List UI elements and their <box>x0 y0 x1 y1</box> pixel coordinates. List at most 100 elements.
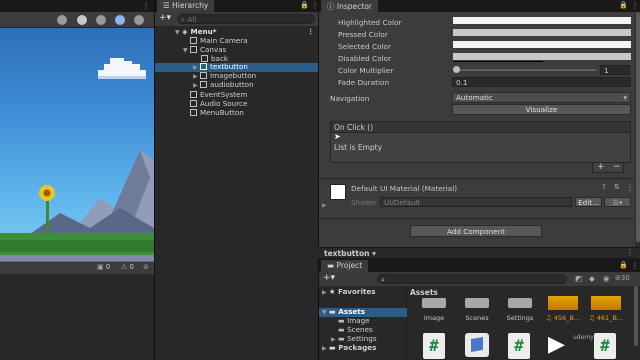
scene-menu-icon[interactable]: ⋮ <box>142 1 150 10</box>
prefab-icon[interactable] <box>465 333 489 357</box>
add-component-button[interactable]: Add Component <box>410 225 542 237</box>
hidden-count-value: 30 <box>620 274 630 282</box>
navigation-dropdown[interactable]: Automatic ▾ <box>452 92 631 103</box>
warning-count-value: 0 <box>129 263 134 271</box>
chevron-right-icon[interactable]: ▶ <box>322 344 329 354</box>
tree-item-menubutton[interactable]: MenuButton <box>190 108 244 118</box>
component-menu-icon[interactable]: ⋮ <box>626 183 634 192</box>
gameobject-icon <box>190 37 197 44</box>
shader-label: Shader <box>351 198 377 207</box>
tree-item-label: Audio Source <box>200 99 248 108</box>
chevron-down-icon[interactable]: ▼ <box>175 28 182 38</box>
error-count[interactable]: ▣ 0 <box>97 263 110 271</box>
disabled-color-field[interactable] <box>453 53 631 60</box>
material-preview[interactable] <box>330 184 346 200</box>
scrollbar-thumb[interactable] <box>636 12 640 242</box>
folder-icon: ▬ <box>338 316 348 325</box>
add-object-button[interactable]: +▾ <box>159 13 171 23</box>
color-multiplier-slider[interactable] <box>453 66 596 73</box>
project-toolbar: +▾ ⌕ ◩ ◆ ◉ ⊘30 <box>319 272 640 286</box>
chevron-right-icon[interactable]: ▶ <box>322 202 327 209</box>
chevron-right-icon[interactable]: ▶ <box>322 288 329 298</box>
shading-icon[interactable] <box>77 15 87 25</box>
audio-icon: ♫ <box>588 314 597 322</box>
onclick-label: On Click () <box>334 123 374 132</box>
preview-title[interactable]: textbutton ▾ <box>324 249 376 258</box>
view-options-icon[interactable] <box>134 15 144 25</box>
inspector-menu-icon[interactable]: ⋮ <box>631 1 639 10</box>
hierarchy-panel: ☰ Hierarchy 🔒 ⋮ +▾ ⌕ All ▼ ◈ Menu* ⋮ Main … <box>154 0 319 360</box>
filter-label-icon[interactable]: ◆ <box>589 274 595 283</box>
inspector-scrollbar[interactable] <box>635 12 640 256</box>
effects-icon[interactable] <box>115 15 125 25</box>
create-asset-button[interactable]: +▾ <box>323 273 335 283</box>
gizmo-icon[interactable] <box>57 15 67 25</box>
slider-handle[interactable] <box>453 66 460 73</box>
lighting-icon[interactable] <box>96 15 106 25</box>
folder-thumb-settings[interactable] <box>508 298 532 308</box>
shader-value: UI/Default <box>384 198 421 207</box>
tab-hierarchy[interactable]: ☰ Hierarchy <box>157 0 215 12</box>
project-menu-icon[interactable]: ⋮ <box>631 261 639 270</box>
audio-waveform-thumb[interactable] <box>548 296 578 310</box>
chevron-down-icon[interactable]: ▼ <box>183 46 190 56</box>
lock-icon[interactable]: 🔒 <box>619 261 628 269</box>
tree-item-label: Menu* <box>190 27 217 36</box>
info-icon[interactable]: ⊘ <box>143 263 149 271</box>
pressed-color-field[interactable] <box>453 29 631 36</box>
inspector-tab-label: Inspector <box>336 2 372 11</box>
tree-item-label: Imagebutton <box>210 71 257 80</box>
tab-inspector[interactable]: ⓘ Inspector <box>321 0 378 12</box>
audio-waveform-thumb[interactable] <box>591 296 621 310</box>
fade-duration-input[interactable]: 0.1 <box>452 77 631 87</box>
search-icon: ⌕ <box>381 275 386 284</box>
folder-thumb-scenes[interactable] <box>465 298 489 308</box>
tab-project[interactable]: ▬ Project <box>321 260 369 272</box>
list-empty-text: List is Empty <box>334 143 383 152</box>
gameobject-icon <box>200 72 207 79</box>
alpha-bar <box>453 61 543 62</box>
help-icon[interactable]: ? <box>602 183 606 191</box>
fade-duration-label: Fade Duration <box>338 78 390 87</box>
eye-icon[interactable]: ◉ <box>603 274 610 283</box>
hierarchy-icon: ☰ <box>163 1 173 10</box>
assets-scrollbar[interactable] <box>634 286 638 346</box>
visualize-button[interactable]: Visualize <box>452 104 631 115</box>
shader-dropdown[interactable]: UI/Default <box>380 197 572 207</box>
add-event-button[interactable]: + <box>597 162 605 172</box>
gameobject-icon <box>190 91 197 98</box>
csharp-script-icon[interactable]: # <box>423 333 445 359</box>
warning-count[interactable]: ⚠ 0 <box>121 263 134 271</box>
csharp-script-icon[interactable]: # <box>508 333 530 359</box>
chevron-down-icon[interactable]: ▼ <box>322 308 329 318</box>
hierarchy-tab-label: Hierarchy <box>172 1 209 10</box>
edit-shader-button[interactable]: Edit... <box>575 197 602 207</box>
project-search-input[interactable]: ⌕ <box>377 274 567 284</box>
disabled-color-label: Disabled Color <box>338 54 392 63</box>
scene-menu-icon[interactable]: ⋮ <box>307 27 314 37</box>
navigation-label: Navigation <box>330 94 370 103</box>
csharp-script-icon[interactable]: # <box>594 333 616 359</box>
folder-thumb-image[interactable] <box>422 298 446 308</box>
selected-color-field[interactable] <box>453 41 631 48</box>
settings-icon[interactable]: ⇅ <box>614 183 620 191</box>
onclick-list-controls: + − <box>592 162 624 173</box>
gameobject-icon <box>190 46 197 53</box>
star-icon: ★ <box>329 287 338 296</box>
remove-event-button[interactable]: − <box>613 162 621 172</box>
packages-folder[interactable]: ▶ ▬ Packages <box>322 343 376 353</box>
favorites-item[interactable]: ▶ ★ Favorites <box>322 287 376 297</box>
scene-status-bar: ▣ 0 ⚠ 0 ⊘ <box>0 262 154 274</box>
color-multiplier-input[interactable]: 1 <box>600 65 630 75</box>
preview-menu-icon[interactable]: ⋮ <box>626 248 634 257</box>
lock-icon[interactable]: 🔒 <box>619 1 628 9</box>
scene-view[interactable]: ⋮ ▣ 0 ⚠ 0 ⊘ <box>0 0 154 360</box>
filter-type-icon[interactable]: ◩ <box>575 274 582 283</box>
tree-item-audiobutton[interactable]: ▶ audiobutton <box>193 80 254 90</box>
hierarchy-search-input[interactable]: ⌕ All <box>177 14 315 24</box>
shader-options-button[interactable]: ☰▾ <box>604 197 631 207</box>
lock-icon[interactable]: 🔒 <box>300 1 309 9</box>
highlighted-color-field[interactable] <box>453 17 631 24</box>
assets-breadcrumb: Assets <box>410 288 438 297</box>
favorites-label: Favorites <box>337 287 376 296</box>
